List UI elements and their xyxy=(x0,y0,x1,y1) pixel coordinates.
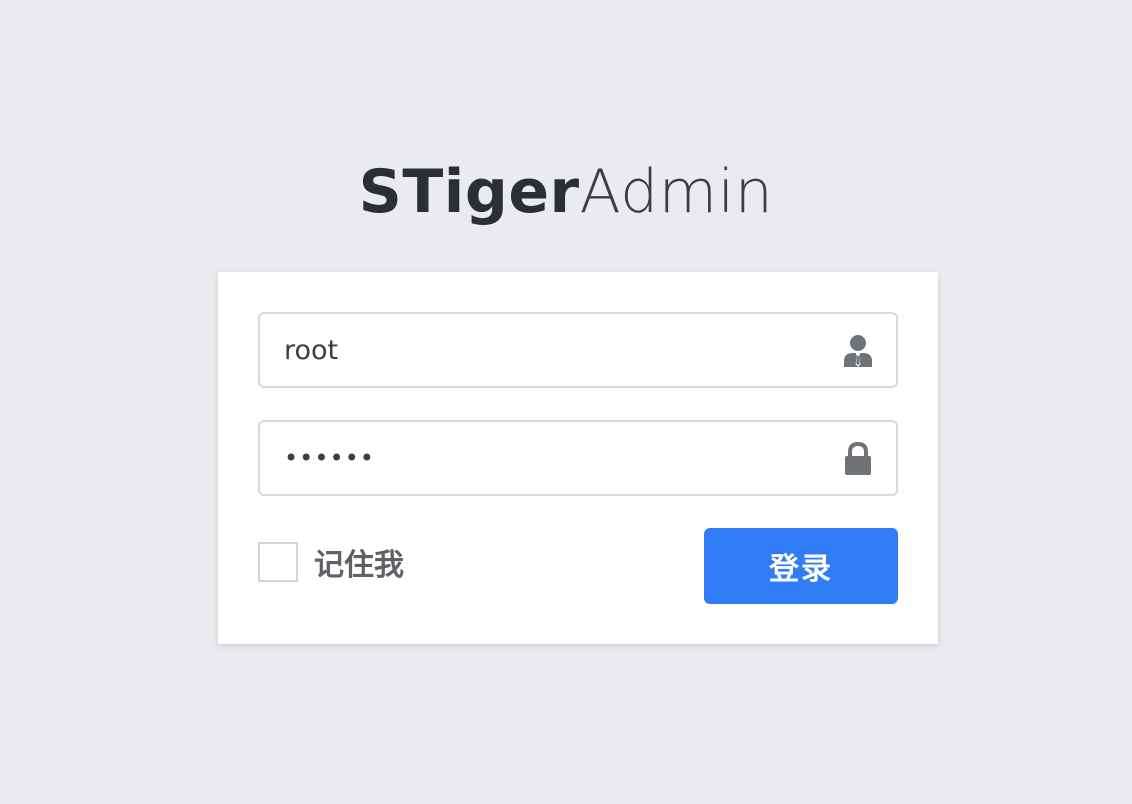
app-logo-title: STigerAdmin xyxy=(0,152,1132,232)
lock-icon xyxy=(842,441,874,476)
login-button[interactable]: 登录 xyxy=(704,528,898,604)
password-input[interactable] xyxy=(260,422,820,494)
login-card: 记住我 登录 xyxy=(218,272,938,644)
brand-name-light: Admin xyxy=(579,157,774,227)
remember-me-checkbox[interactable] xyxy=(258,542,298,582)
brand-name-bold: STiger xyxy=(358,157,580,227)
remember-me-toggle[interactable]: 记住我 xyxy=(258,540,404,584)
username-input[interactable] xyxy=(260,314,820,386)
login-page: STigerAdmin root •••••• 记住我 登录 xyxy=(0,0,1132,804)
user-icon xyxy=(842,334,874,368)
username-field xyxy=(258,312,898,388)
password-field xyxy=(258,420,898,496)
remember-me-label: 记住我 xyxy=(314,548,404,583)
